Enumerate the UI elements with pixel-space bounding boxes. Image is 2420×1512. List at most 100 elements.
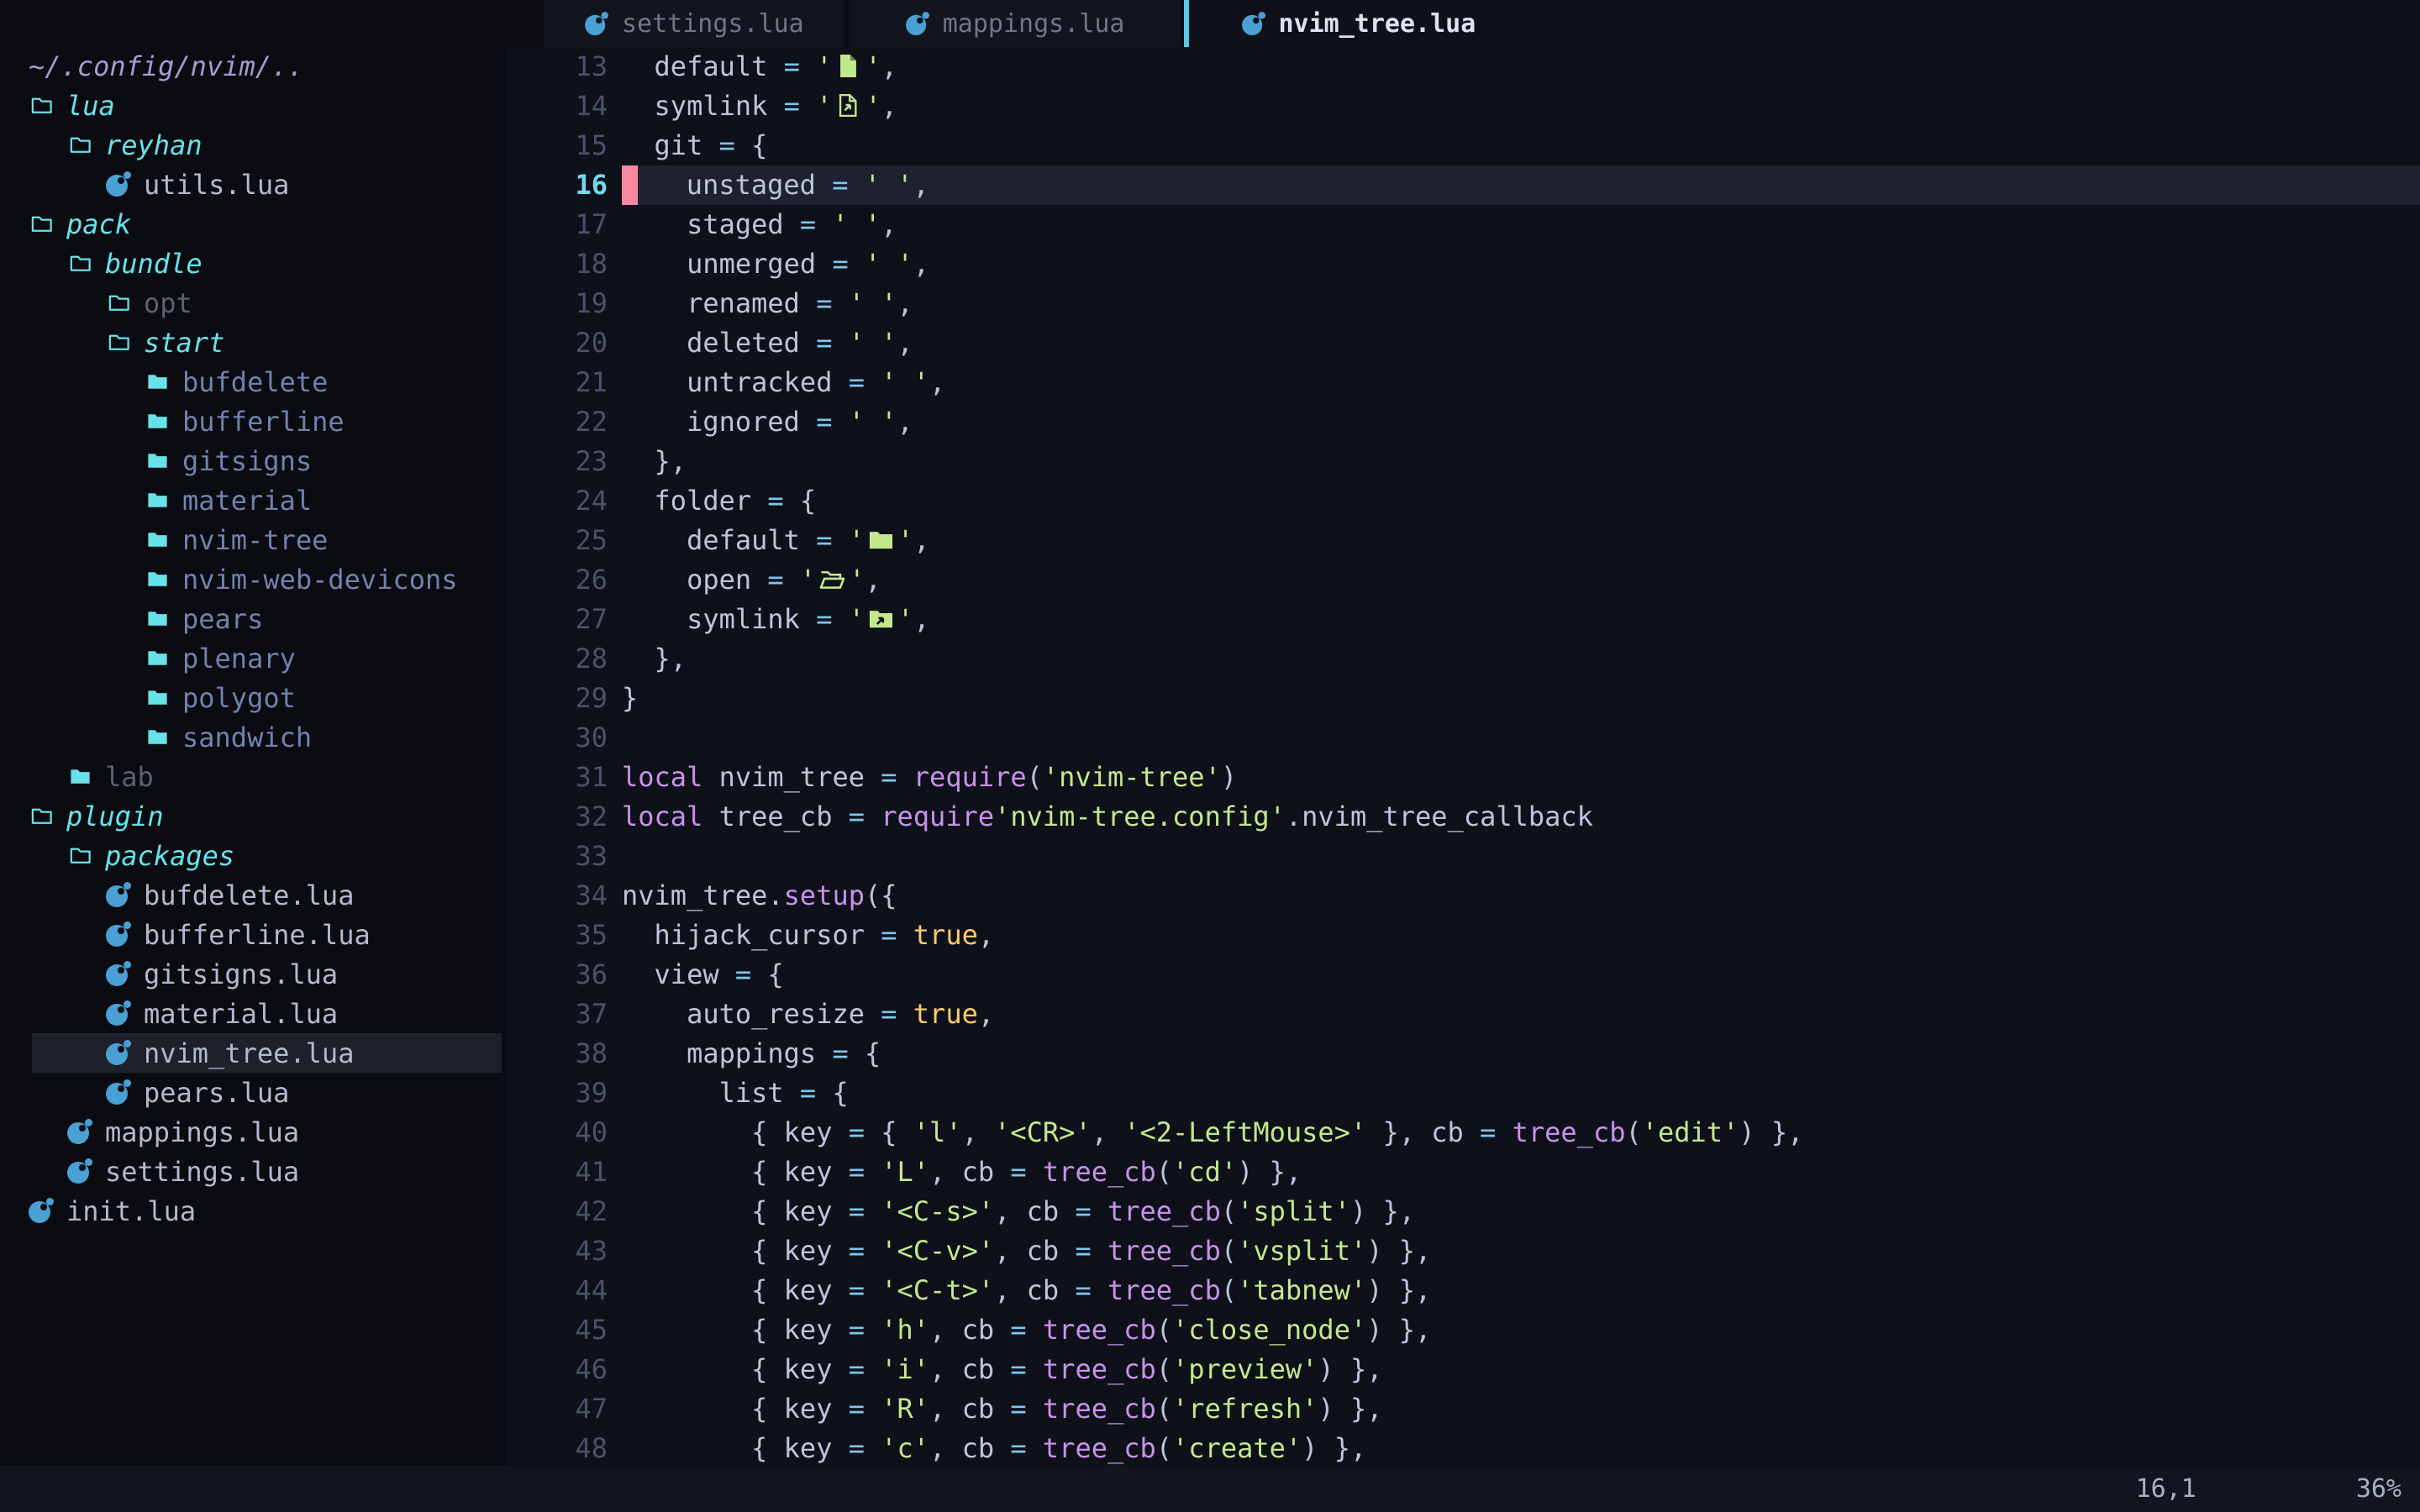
line-number: 26	[507, 560, 622, 600]
tree-item-packages[interactable]: packages	[0, 836, 507, 875]
code-line-47[interactable]: 47 { key = 'R', cb = tree_cb('refresh') …	[507, 1389, 2420, 1429]
folder-closed-icon	[145, 566, 171, 592]
code-line-44[interactable]: 44 { key = '<C-t>', cb = tree_cb('tabnew…	[507, 1271, 2420, 1310]
line-number: 15	[507, 126, 622, 165]
tree-item-bufferline.lua[interactable]: bufferline.lua	[0, 915, 507, 954]
editor-buffer[interactable]: 13 default = '',14 symlink = '',15 git =…	[507, 47, 2420, 1466]
tree-item-pack[interactable]: pack	[0, 204, 507, 244]
code-line-13[interactable]: 13 default = '',	[507, 47, 2420, 87]
tree-item-gitsigns[interactable]: gitsigns	[0, 441, 507, 480]
code-line-text	[622, 837, 2420, 876]
line-number: 33	[507, 837, 622, 876]
code-line-33[interactable]: 33	[507, 837, 2420, 876]
lua-file-icon	[106, 1079, 132, 1105]
tree-item-nvim-tree[interactable]: nvim-tree	[0, 520, 507, 559]
code-line-14[interactable]: 14 symlink = '',	[507, 87, 2420, 126]
tree-item-settings.lua[interactable]: settings.lua	[0, 1152, 507, 1191]
code-line-17[interactable]: 17 staged = ' ',	[507, 205, 2420, 244]
code-line-23[interactable]: 23 },	[507, 442, 2420, 481]
code-line-text: { key = '<C-s>', cb = tree_cb('split') }…	[622, 1192, 2420, 1231]
code-line-39[interactable]: 39 list = {	[507, 1074, 2420, 1113]
code-line-text: git = {	[622, 126, 2420, 165]
code-line-26[interactable]: 26 open = '',	[507, 560, 2420, 600]
code-line-43[interactable]: 43 { key = '<C-v>', cb = tree_cb('vsplit…	[507, 1231, 2420, 1271]
folder-closed-icon	[145, 487, 171, 513]
code-line-22[interactable]: 22 ignored = ' ',	[507, 402, 2420, 442]
tree-item-gitsigns.lua[interactable]: gitsigns.lua	[0, 954, 507, 994]
lua-file-icon	[106, 921, 132, 948]
tree-item-utils.lua[interactable]: utils.lua	[0, 165, 507, 204]
tree-item-bufdelete.lua[interactable]: bufdelete.lua	[0, 875, 507, 915]
code-line-42[interactable]: 42 { key = '<C-s>', cb = tree_cb('split'…	[507, 1192, 2420, 1231]
line-number: 36	[507, 955, 622, 995]
line-number: 22	[507, 402, 622, 442]
line-number: 25	[507, 521, 622, 560]
tree-item-start[interactable]: start	[0, 323, 507, 362]
folder-symlink-icon	[867, 605, 895, 633]
folder-open-icon	[67, 843, 93, 869]
tree-item-pears.lua[interactable]: pears.lua	[0, 1073, 507, 1112]
code-line-41[interactable]: 41 { key = 'L', cb = tree_cb('cd') },	[507, 1152, 2420, 1192]
code-line-text: default = '',	[622, 47, 2420, 87]
line-number: 34	[507, 876, 622, 916]
code-line-24[interactable]: 24 folder = {	[507, 481, 2420, 521]
vim-cursor	[622, 165, 638, 205]
tab-nvim_tree.lua[interactable]: nvim_tree.lua	[1189, 0, 1544, 47]
code-line-45[interactable]: 45 { key = 'h', cb = tree_cb('close_node…	[507, 1310, 2420, 1350]
code-line-34[interactable]: 34nvim_tree.setup({	[507, 876, 2420, 916]
code-line-20[interactable]: 20 deleted = ' ',	[507, 323, 2420, 363]
code-line-32[interactable]: 32local tree_cb = require'nvim-tree.conf…	[507, 797, 2420, 837]
code-line-text: mappings = {	[622, 1034, 2420, 1074]
code-line-37[interactable]: 37 auto_resize = true,	[507, 995, 2420, 1034]
code-line-18[interactable]: 18 unmerged = ' ',	[507, 244, 2420, 284]
code-line-text: untracked = ' ',	[622, 363, 2420, 402]
folder-closed-icon	[145, 527, 171, 553]
tree-item-opt[interactable]: opt	[0, 283, 507, 323]
tab-mappings.lua[interactable]: mappings.lua	[850, 0, 1181, 47]
code-line-text: { key = 'i', cb = tree_cb('preview') },	[622, 1350, 2420, 1389]
code-line-text: renamed = ' ',	[622, 284, 2420, 323]
tree-item-init.lua[interactable]: init.lua	[0, 1191, 507, 1231]
code-line-29[interactable]: 29}	[507, 679, 2420, 718]
code-line-46[interactable]: 46 { key = 'i', cb = tree_cb('preview') …	[507, 1350, 2420, 1389]
tree-item-material.lua[interactable]: material.lua	[0, 994, 507, 1033]
folder-open-icon	[29, 92, 55, 118]
line-number: 45	[507, 1310, 622, 1350]
tree-item-plugin[interactable]: plugin	[0, 796, 507, 836]
tree-item-lab[interactable]: lab	[0, 757, 507, 796]
code-line-28[interactable]: 28 },	[507, 639, 2420, 679]
tree-item-reyhan[interactable]: reyhan	[0, 125, 507, 165]
code-line-30[interactable]: 30	[507, 718, 2420, 758]
tree-item-nvim-web-devicons[interactable]: nvim-web-devicons	[0, 559, 507, 599]
code-line-36[interactable]: 36 view = {	[507, 955, 2420, 995]
tree-item-bufferline[interactable]: bufferline	[0, 402, 507, 441]
folder-closed-icon	[145, 606, 171, 632]
tree-item-pears[interactable]: pears	[0, 599, 507, 638]
code-line-35[interactable]: 35 hijack_cursor = true,	[507, 916, 2420, 955]
tree-item-lua[interactable]: lua	[0, 86, 507, 125]
tree-item-polygot[interactable]: polygot	[0, 678, 507, 717]
neovim-window: ~/.config/nvim/..luareyhanutils.luapackb…	[0, 0, 2420, 1512]
code-line-48[interactable]: 48 { key = 'c', cb = tree_cb('create') }…	[507, 1429, 2420, 1466]
code-line-text: { key = { 'l', '<CR>', '<2-LeftMouse>' }…	[622, 1113, 2420, 1152]
tab-settings.lua[interactable]: settings.lua	[544, 0, 844, 47]
line-number: 30	[507, 718, 622, 758]
tree-item-material[interactable]: material	[0, 480, 507, 520]
tree-item-sandwich[interactable]: sandwich	[0, 717, 507, 757]
code-line-38[interactable]: 38 mappings = {	[507, 1034, 2420, 1074]
code-line-27[interactable]: 27 symlink = '',	[507, 600, 2420, 639]
code-line-31[interactable]: 31local nvim_tree = require('nvim-tree')	[507, 758, 2420, 797]
lua-file-icon	[67, 1119, 93, 1145]
code-line-25[interactable]: 25 default = '',	[507, 521, 2420, 560]
code-line-40[interactable]: 40 { key = { 'l', '<CR>', '<2-LeftMouse>…	[507, 1113, 2420, 1152]
nvim-tree-panel: ~/.config/nvim/..luareyhanutils.luapackb…	[0, 0, 507, 1466]
tree-item-plenary[interactable]: plenary	[0, 638, 507, 678]
tree-item-nvim_tree.lua[interactable]: nvim_tree.lua	[0, 1033, 507, 1073]
code-line-19[interactable]: 19 renamed = ' ',	[507, 284, 2420, 323]
tree-item-bundle[interactable]: bundle	[0, 244, 507, 283]
tree-item-bufdelete[interactable]: bufdelete	[0, 362, 507, 402]
code-line-21[interactable]: 21 untracked = ' ',	[507, 363, 2420, 402]
code-line-16[interactable]: 16 unstaged = ' ',	[507, 165, 2420, 205]
tree-item-mappings.lua[interactable]: mappings.lua	[0, 1112, 507, 1152]
code-line-15[interactable]: 15 git = {	[507, 126, 2420, 165]
